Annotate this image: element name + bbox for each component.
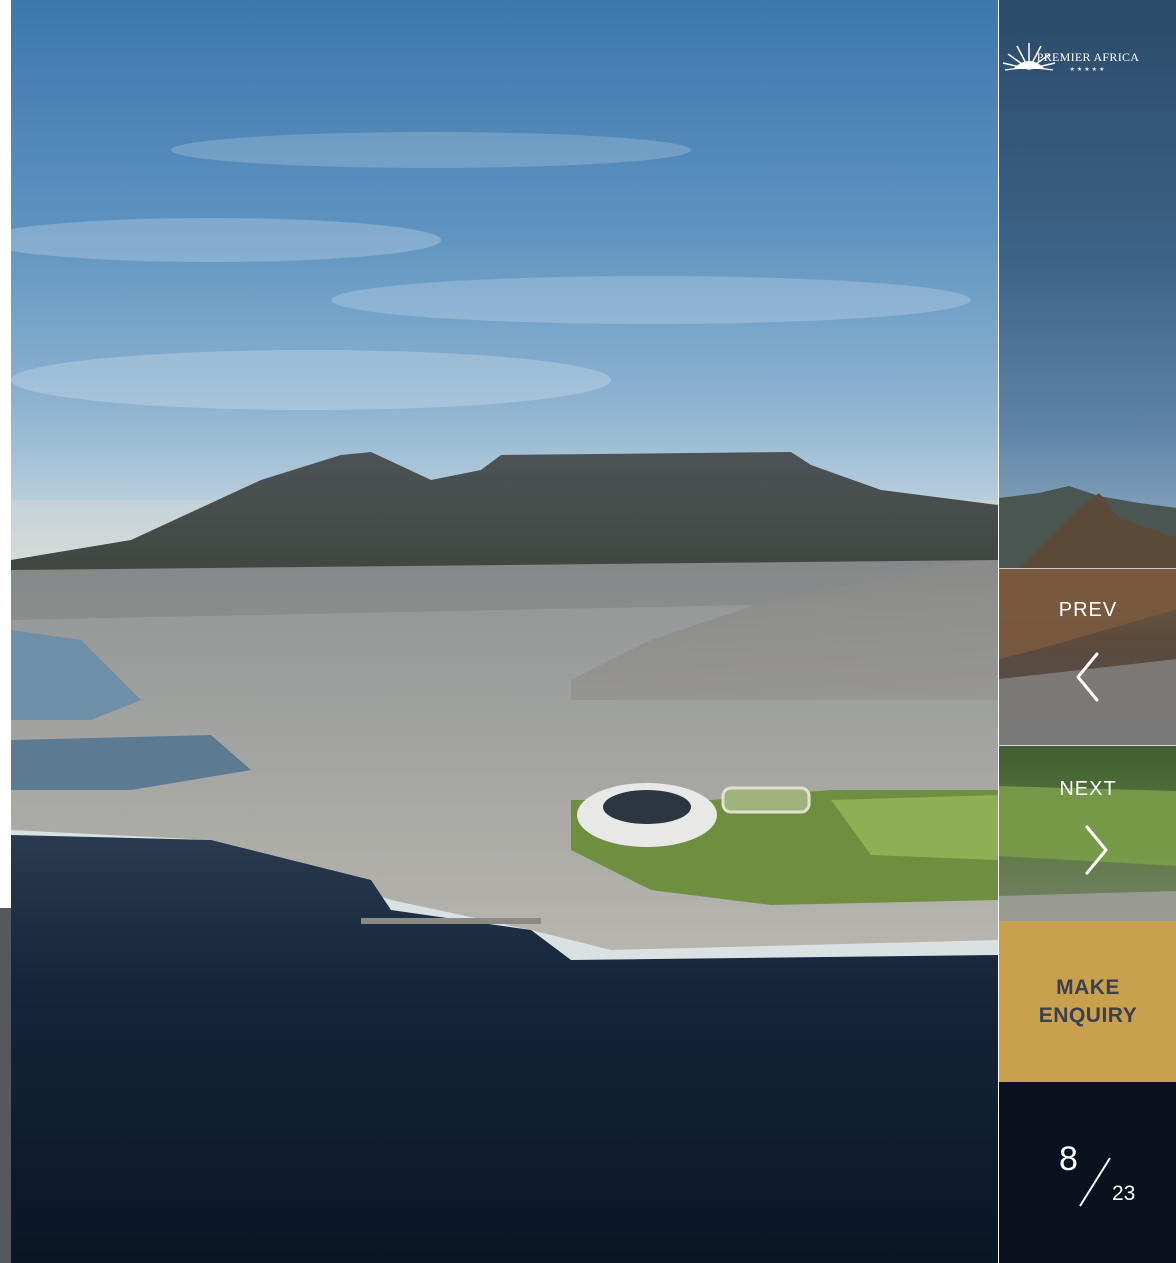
brand-logo[interactable]: PREMIER AFRICA ★★★★★ (999, 43, 1176, 73)
prev-button[interactable]: PREV (999, 568, 1176, 745)
chevron-right-icon (1085, 825, 1108, 875)
sun-logo-icon (1002, 43, 1056, 71)
counter-slash-icon (1079, 1157, 1111, 1207)
make-enquiry-button[interactable]: MAKE ENQUIRY (999, 921, 1176, 1082)
gallery-sidebar: PREMIER AFRICA ★★★★★ PREV NEXT MAKE ENQU… (998, 0, 1176, 1263)
slide-counter: 8 23 (999, 1082, 1176, 1263)
left-white-strip (0, 0, 11, 908)
cape-town-aerial-image (11, 132, 998, 1263)
current-slide-number: 8 (1059, 1140, 1078, 1178)
gallery-photo (11, 0, 998, 1263)
next-button[interactable]: NEXT (999, 745, 1176, 921)
total-slides-number: 23 (1112, 1182, 1136, 1205)
prev-label: PREV (1058, 599, 1118, 621)
left-grey-strip (0, 908, 11, 1263)
next-photo-preview-image (999, 486, 1176, 568)
next-label: NEXT (1059, 778, 1117, 800)
make-enquiry-label: MAKE ENQUIRY (1038, 975, 1138, 1027)
chevron-left-icon (1076, 652, 1099, 702)
sidebar-header: PREMIER AFRICA ★★★★★ (999, 0, 1176, 568)
